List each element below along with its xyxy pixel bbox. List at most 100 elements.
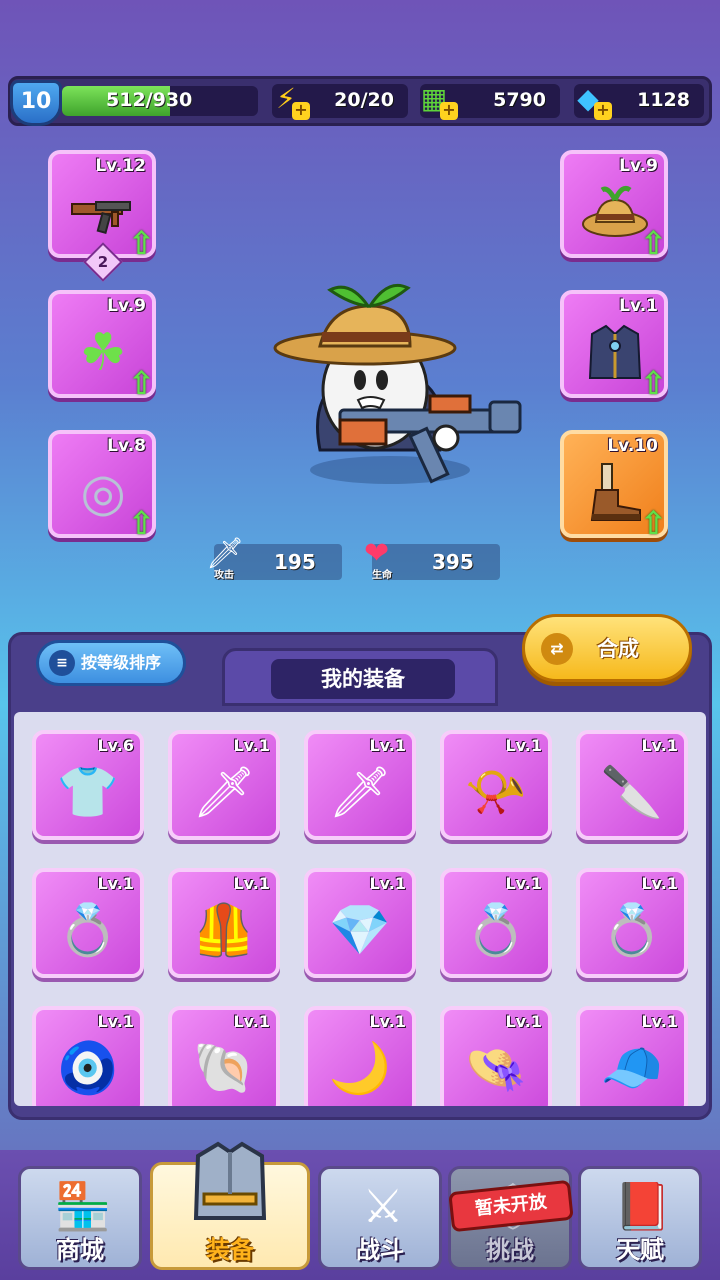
kunai-icon: 🔪 [600,763,664,821]
item-level: Lv.1 [505,1012,542,1031]
sapphire-amulet-icon: 🧿 [56,1039,120,1097]
inventory-item[interactable]: Lv.1 👒 [440,1006,552,1106]
armor-icon [178,1134,282,1234]
sort-by-level-button[interactable]: ≡ 按等级排序 [36,640,186,686]
inventory-item[interactable]: Lv.1 🦺 [168,868,280,978]
nav-shop-label: 商城 [56,1236,104,1264]
gem-value: 1128 [637,89,690,111]
attack-value: 195 [274,550,316,574]
inventory-item[interactable]: Lv.1 💍 [32,868,144,978]
plus-icon[interactable]: + [292,102,310,120]
player-level-badge[interactable]: 10 [10,80,62,126]
attack-stat: 🗡 攻击 195 [206,536,342,581]
upgrade-arrow-icon: ⇧ [128,224,155,262]
upgrade-arrow-icon: ⇧ [640,364,667,402]
inventory-item[interactable]: Lv.1 🧢 [576,1006,688,1106]
gold-ring-icon: 💍 [56,901,120,959]
upgrade-arrow-icon: ⇧ [640,224,667,262]
inventory-item[interactable]: Lv.1 📯 [440,730,552,840]
ruby-ring-icon: 💍 [464,901,528,959]
item-level: Lv.1 [369,874,406,893]
sort-label: 按等级排序 [81,653,162,672]
item-level: Lv.1 [641,874,678,893]
merge-label: 合成 [597,637,639,661]
red-cap-icon: 🧢 [600,1039,664,1097]
inventory-item[interactable]: Lv.1 🔪 [576,730,688,840]
equip-slot-necklace[interactable]: Lv.9 ☘ ⇧ [48,290,156,402]
slot-level: Lv.8 [107,436,146,456]
shell-necklace-icon: 🐚 [192,1039,256,1097]
inventory-item[interactable]: Lv.1 🐚 [168,1006,280,1106]
amethyst-ring-icon: 💍 [600,901,664,959]
slot-level: Lv.10 [607,436,658,456]
horn-icon: 📯 [464,763,528,821]
item-level: Lv.1 [233,736,270,755]
sword-icon: 🗡 [192,763,256,821]
xp-bar: 512/930 [62,86,258,116]
inventory-item[interactable]: Lv.1 🗡 [304,730,416,840]
item-level: Lv.1 [505,874,542,893]
nav-battle[interactable]: ⚔ 战斗 [318,1166,442,1270]
inventory-item[interactable]: Lv.1 💍 [440,868,552,978]
panel-title-tab: 我的装备 [222,648,498,706]
item-level: Lv.1 [233,874,270,893]
plus-icon[interactable]: + [440,102,458,120]
merge-icon: ⇄ [541,633,573,665]
item-level: Lv.1 [97,1012,134,1031]
equip-slot-armor[interactable]: Lv.1 ⇧ [560,290,668,402]
plus-icon[interactable]: + [594,102,612,120]
item-level: Lv.1 [641,736,678,755]
hero-character [270,270,530,500]
cash-value: 5790 [493,89,546,111]
slot-level: Lv.1 [619,296,658,316]
upgrade-arrow-icon: ⇧ [128,504,155,542]
energy-counter[interactable]: ⚡ + 20/20 [272,82,408,120]
slot-level: Lv.9 [107,296,146,316]
equip-slot-hat[interactable]: Lv.9 ⇧ [560,150,668,262]
hp-stat: ❤ 生命 395 [364,536,500,581]
inventory-item[interactable]: Lv.6 👕 [32,730,144,840]
item-level: Lv.1 [641,1012,678,1031]
nav-shop[interactable]: 🏪 商城 [18,1166,142,1270]
sword-icon: 🗡 [328,763,392,821]
item-level: Lv.1 [233,1012,270,1031]
inventory-item[interactable]: Lv.1 🧿 [32,1006,144,1106]
upgrade-arrow-icon: ⇧ [640,504,667,542]
equip-slot-boots[interactable]: Lv.10 ⇧ [560,430,668,542]
gem-counter[interactable]: ◆ + 1128 [574,82,704,120]
crossed-swords-icon: ⚔ [362,1179,404,1233]
item-level: Lv.1 [97,874,134,893]
slot-level: Lv.12 [95,156,146,176]
moon-necklace-icon: 🌙 [328,1039,392,1097]
equip-slot-ring[interactable]: Lv.8 ◎ ⇧ [48,430,156,542]
upgrade-arrow-icon: ⇧ [128,364,155,402]
jersey-icon: 👕 [56,763,120,821]
inventory-item[interactable]: Lv.1 💍 [576,868,688,978]
gold-armor-icon: 🦺 [192,901,256,959]
panel-title: 我的装备 [271,659,455,699]
xp-text: 512/930 [106,89,193,111]
nav-talent-label: 天赋 [616,1236,664,1264]
slot-level: Lv.9 [619,156,658,176]
list-icon: ≡ [49,650,75,676]
nav-talent[interactable]: 📕 天赋 [578,1166,702,1270]
straw-hat-icon: 👒 [464,1039,528,1097]
item-level: Lv.1 [369,1012,406,1031]
inventory-item[interactable]: Lv.1 💎 [304,868,416,978]
merge-button[interactable]: ⇄ 合成 [522,614,692,682]
inventory-grid[interactable]: Lv.6 👕 Lv.1 🗡 Lv.1 🗡 Lv.1 📯 Lv.1 🔪 Lv.1 💍 Lv.1 🦺 Lv.1 💎… [14,712,706,1106]
diamond-ring-icon: 💎 [328,901,392,959]
energy-value: 20/20 [334,89,394,111]
inventory-item[interactable]: Lv.1 🗡 [168,730,280,840]
nav-challenge-label: 挑战 [486,1236,534,1264]
hp-value: 395 [432,550,474,574]
item-level: Lv.1 [369,736,406,755]
item-level: Lv.6 [97,736,134,755]
hp-label: 生命 [372,570,392,581]
spellbook-icon: 📕 [614,1179,672,1233]
inventory-item[interactable]: Lv.1 🌙 [304,1006,416,1106]
nav-equip-label: 装备 [206,1236,254,1264]
attack-label: 攻击 [214,570,234,581]
cash-counter[interactable]: ▦ + 5790 [420,82,560,120]
star-count: 2 [97,253,109,271]
